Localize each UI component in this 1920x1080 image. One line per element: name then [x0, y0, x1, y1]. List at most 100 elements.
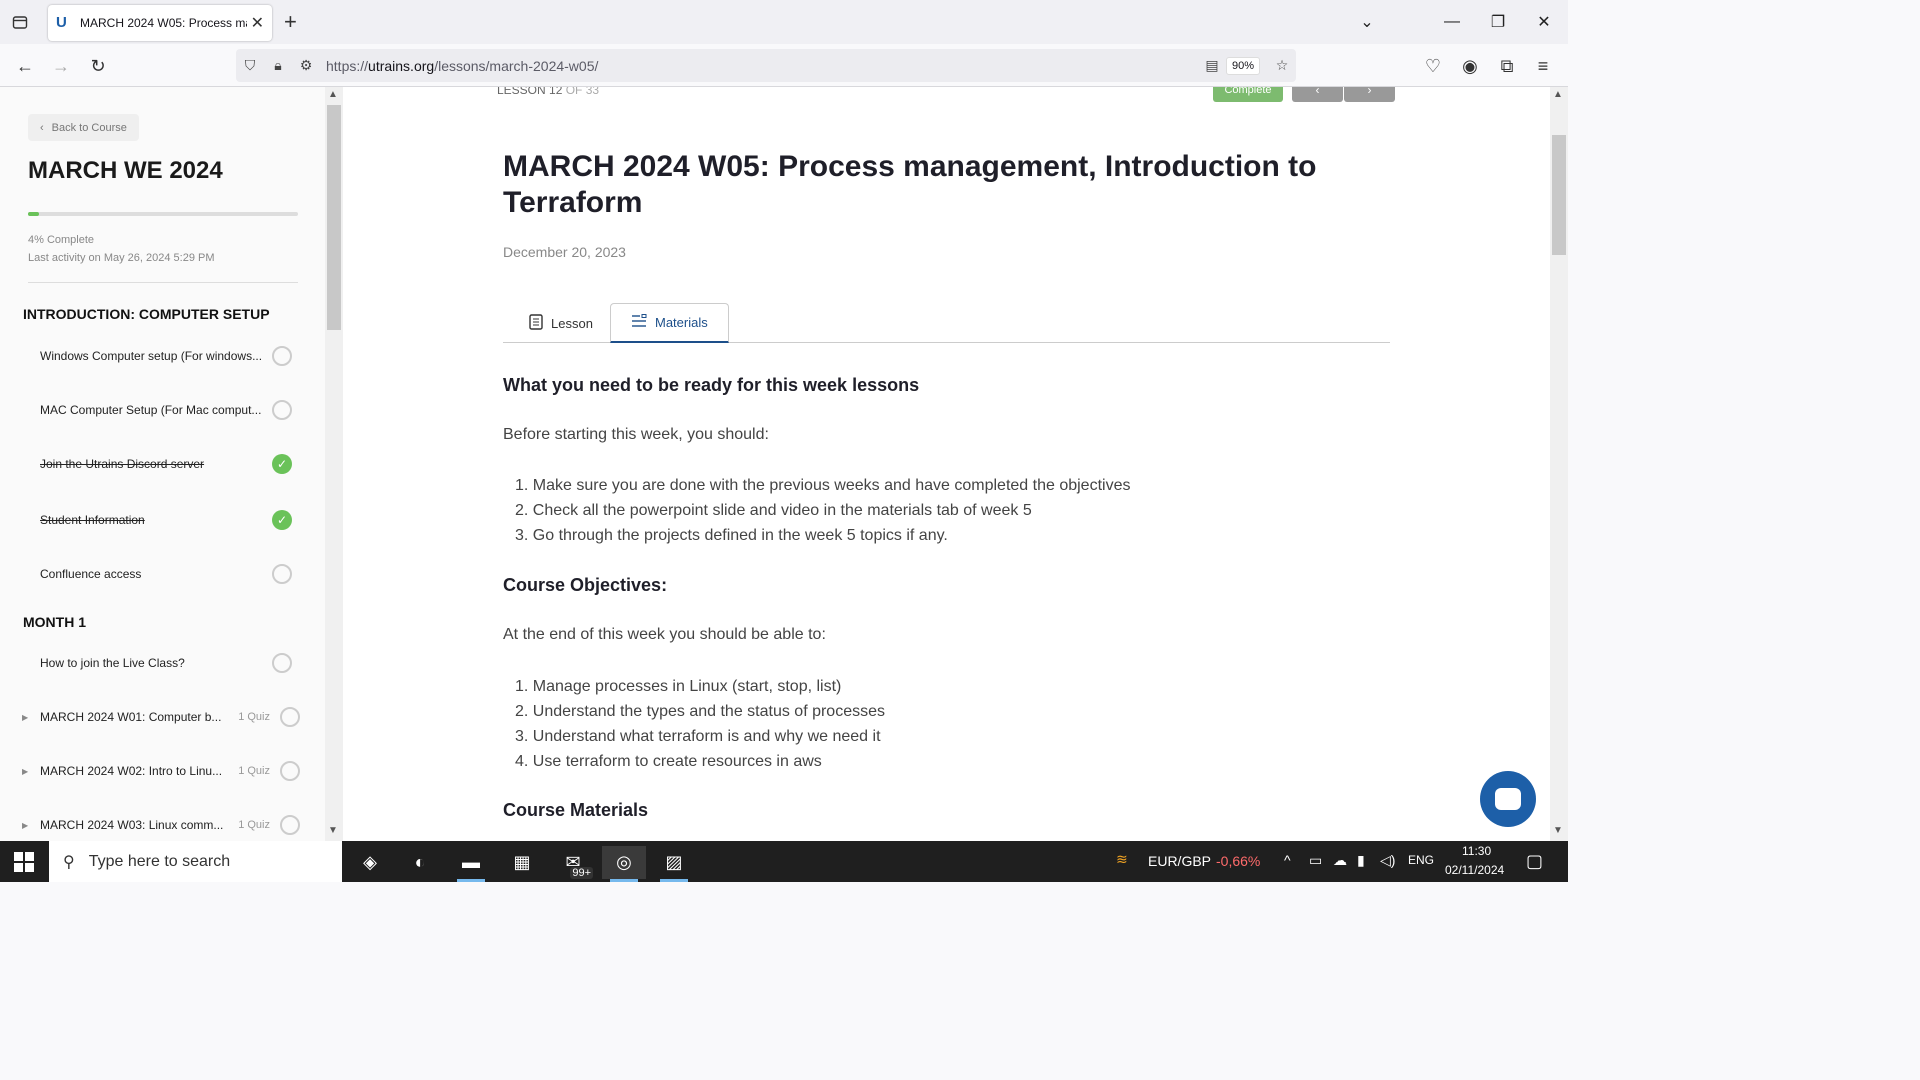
- list-item: 4. Use terraform to create resources in …: [515, 753, 822, 770]
- progress-info: 4% Complete Last activity on May 26, 202…: [28, 231, 215, 267]
- sidebar-item-label: MARCH 2024 W01: Computer b...: [40, 710, 222, 724]
- scroll-down-icon[interactable]: ▼: [328, 825, 338, 836]
- reader-view-icon[interactable]: ▤: [1198, 57, 1226, 74]
- browser-navbar: ← → ↻ ⛉ 🔒︎ ⚙ https://utrains.org/lessons…: [0, 44, 1568, 87]
- sidebar-item[interactable]: Student Information ✓: [40, 505, 300, 535]
- url-bar[interactable]: ⛉ 🔒︎ ⚙ https://utrains.org/lessons/march…: [236, 49, 1296, 82]
- expand-triangle-icon[interactable]: ▶: [22, 821, 28, 830]
- course-title: MARCH WE 2024: [28, 157, 223, 184]
- photos-icon[interactable]: ▨: [652, 846, 696, 882]
- check-complete-icon: ✓: [272, 510, 292, 530]
- scroll-up-icon[interactable]: ▲: [1553, 89, 1563, 100]
- section-heading-intro: INTRODUCTION: COMPUTER SETUP: [23, 306, 270, 322]
- tab-materials[interactable]: Materials: [610, 303, 729, 343]
- menu-icon[interactable]: ≡: [1530, 53, 1556, 79]
- objectives-list: 1. Manage processes in Linux (start, sto…: [515, 674, 885, 774]
- paragraph-before: Before starting this week, you should:: [503, 426, 769, 443]
- lock-icon[interactable]: 🔒︎: [264, 57, 292, 74]
- forward-arrow-icon[interactable]: →: [48, 53, 74, 79]
- sidebar-item[interactable]: ▶ MARCH 2024 W02: Intro to Linu... 1 Qui…: [22, 756, 300, 786]
- mail-icon[interactable]: ✉ 99+: [551, 846, 595, 879]
- onedrive-icon[interactable]: ☁: [1333, 852, 1347, 869]
- materials-list-icon: [631, 314, 647, 331]
- battery-icon[interactable]: ▮: [1357, 852, 1365, 869]
- mail-badge: 99+: [570, 867, 593, 879]
- document-icon: [529, 313, 543, 333]
- list-all-tabs-icon[interactable]: ⌄: [1353, 8, 1381, 36]
- permissions-icon[interactable]: ⚙: [292, 57, 320, 74]
- sidebar-scrollbar[interactable]: ▲ ▼: [325, 87, 343, 841]
- list-item: 1. Make sure you are done with the previ…: [515, 477, 1131, 494]
- chat-widget-button[interactable]: [1480, 771, 1536, 827]
- list-item: 2. Understand the types and the status o…: [515, 703, 885, 720]
- windows-start-icon[interactable]: [14, 852, 34, 872]
- main-scrollbar[interactable]: ▲ ▼: [1550, 87, 1568, 841]
- clock-date[interactable]: 02/11/2024: [1445, 863, 1504, 877]
- back-arrow-icon[interactable]: ←: [12, 53, 38, 79]
- paragraph-end: At the end of this week you should be ab…: [503, 626, 826, 643]
- sidebar-item[interactable]: ▶ MARCH 2024 W03: Linux comm... 1 Quiz: [22, 810, 300, 840]
- tray-device-icon[interactable]: ▭: [1309, 852, 1322, 869]
- zoom-level[interactable]: 90%: [1225, 56, 1260, 75]
- sidebar-scroll-thumb[interactable]: [327, 105, 341, 330]
- copilot-icon[interactable]: ◈: [348, 846, 392, 879]
- currency-pair[interactable]: EUR/GBP: [1148, 853, 1211, 869]
- new-tab-icon[interactable]: +: [284, 10, 297, 34]
- scroll-down-icon[interactable]: ▼: [1553, 825, 1563, 836]
- sidebar-item[interactable]: Windows Computer setup (For windows...: [40, 341, 300, 371]
- taskbar-search[interactable]: ⚲ Type here to search: [49, 841, 342, 882]
- previous-lesson-button[interactable]: ‹: [1292, 87, 1343, 102]
- incomplete-circle-icon: [272, 400, 292, 420]
- last-activity-text: Last activity on May 26, 2024 5:29 PM: [28, 252, 215, 264]
- account-icon[interactable]: ◉: [1457, 53, 1483, 79]
- microsoft-store-icon[interactable]: ▦: [500, 846, 544, 879]
- section-heading-month1: MONTH 1: [23, 614, 86, 630]
- quiz-count: 1 Quiz: [238, 765, 270, 777]
- expand-triangle-icon[interactable]: ▶: [22, 713, 28, 722]
- tab-close-icon[interactable]: ✕: [251, 13, 264, 33]
- browser-tab-active[interactable]: U MARCH 2024 W05: Process man ✕: [48, 5, 272, 41]
- sidebar-item[interactable]: Confluence access: [40, 559, 300, 589]
- sidebar-item[interactable]: MAC Computer Setup (For Mac comput...: [40, 395, 300, 425]
- incomplete-circle-icon: [280, 815, 300, 835]
- tray-chevron-up-icon[interactable]: ^: [1284, 852, 1291, 868]
- scroll-up-icon[interactable]: ▲: [328, 89, 338, 100]
- tab-list-icon[interactable]: [8, 10, 32, 34]
- list-item: 3. Go through the projects defined in th…: [515, 527, 948, 544]
- close-window-icon[interactable]: ✕: [1530, 8, 1558, 36]
- incomplete-circle-icon: [280, 761, 300, 781]
- url-text[interactable]: https://utrains.org/lessons/march-2024-w…: [326, 58, 1198, 74]
- volume-icon[interactable]: ◁): [1380, 852, 1395, 869]
- browser-tabbar: U MARCH 2024 W05: Process man ✕ + ⌄ — ❐ …: [0, 0, 1568, 44]
- heading-materials: Course Materials: [503, 800, 649, 820]
- pocket-icon[interactable]: ♡: [1420, 53, 1446, 79]
- language-indicator[interactable]: ENG: [1408, 853, 1434, 867]
- mark-complete-button[interactable]: Complete: [1213, 87, 1283, 102]
- sidebar-item[interactable]: ▶ MARCH 2024 W01: Computer b... 1 Quiz: [22, 702, 300, 732]
- firefox-icon[interactable]: ◎: [602, 846, 646, 882]
- lesson-date: December 20, 2023: [503, 244, 626, 260]
- quiz-count: 1 Quiz: [238, 819, 270, 831]
- edge-browser-icon[interactable]: ◐: [398, 846, 442, 879]
- sidebar-item[interactable]: How to join the Live Class?: [40, 648, 300, 678]
- bookmark-star-icon[interactable]: ☆: [1268, 57, 1296, 74]
- shield-icon[interactable]: ⛉: [236, 57, 264, 74]
- clock-time[interactable]: 11:30: [1462, 844, 1491, 858]
- expand-triangle-icon[interactable]: ▶: [22, 767, 28, 776]
- lesson-counter: LESSON 12 OF 33: [497, 87, 600, 97]
- quiz-count: 1 Quiz: [238, 711, 270, 723]
- minimize-icon[interactable]: —: [1438, 8, 1466, 36]
- sidebar-item[interactable]: Join the Utrains Discord server ✓: [40, 449, 300, 479]
- lesson-content: LESSON 12 OF 33 Complete ‹ › MARCH 2024 …: [343, 87, 1550, 841]
- reload-icon[interactable]: ↻: [85, 53, 111, 79]
- notifications-icon[interactable]: ▢: [1526, 851, 1543, 872]
- extensions-icon[interactable]: ⧉: [1494, 53, 1520, 79]
- file-explorer-icon[interactable]: ▬: [449, 846, 493, 882]
- back-to-course-button[interactable]: ‹ Back to Course: [28, 114, 139, 141]
- list-item: 2. Check all the powerpoint slide and vi…: [515, 502, 1032, 519]
- ready-list: 1. Make sure you are done with the previ…: [515, 473, 1130, 548]
- restore-icon[interactable]: ❐: [1484, 8, 1512, 36]
- tab-lesson[interactable]: Lesson: [509, 303, 613, 343]
- main-scroll-thumb[interactable]: [1552, 135, 1566, 255]
- next-lesson-button[interactable]: ›: [1344, 87, 1395, 102]
